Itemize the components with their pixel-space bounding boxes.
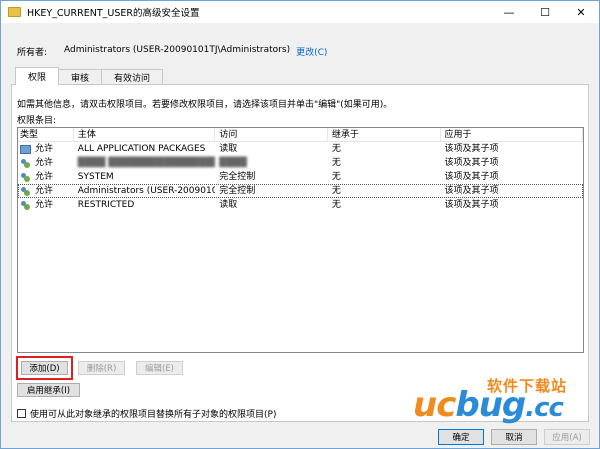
- row-type: 允许: [35, 186, 54, 196]
- row-type: 允许: [35, 158, 54, 168]
- table-row[interactable]: 允许 RESTRICTED 读取 无 该项及其子项: [18, 198, 583, 212]
- permissions-panel: 如需其他信息，请双击权限项目。若要修改权限项目，请选择该项目并单击"编辑"(如果…: [11, 84, 589, 422]
- site-watermark: 软件下载站 ucbug.cc: [411, 375, 600, 431]
- row-principal: RESTRICTED: [77, 200, 135, 210]
- row-type: 允许: [35, 172, 54, 182]
- ok-button[interactable]: 确定: [438, 429, 484, 445]
- row-inherited-from: 无: [331, 200, 341, 210]
- tab-permissions[interactable]: 权限: [15, 67, 60, 85]
- cancel-button[interactable]: 取消: [491, 429, 537, 445]
- edit-button[interactable]: 编辑(E): [136, 361, 183, 375]
- watermark-logo: ucbug.cc: [413, 385, 564, 425]
- row-applies-to: 该项及其子项: [444, 200, 499, 210]
- change-owner-link[interactable]: 更改(C): [296, 45, 327, 58]
- row-principal: SYSTEM: [77, 172, 114, 182]
- user-group-icon: [20, 172, 31, 182]
- row-inherited-from: 无: [331, 186, 341, 196]
- column-header-access[interactable]: 访问: [215, 128, 328, 141]
- owner-value: Administrators (USER-20090101TJ\Administ…: [64, 45, 291, 55]
- title-bar[interactable]: HKEY_CURRENT_USER的高级安全设置 — ☐ ✕: [1, 1, 599, 23]
- table-row[interactable]: 允许 ████ ████████████████ ████ 无 该项及其子项: [18, 156, 583, 170]
- tab-auditing[interactable]: 审核: [58, 69, 103, 85]
- close-button[interactable]: ✕: [563, 1, 599, 23]
- row-access: 读取: [219, 144, 238, 154]
- maximize-button[interactable]: ☐: [527, 1, 563, 23]
- row-applies-to: 该项及其子项: [444, 144, 499, 154]
- permission-entries-list[interactable]: 类型 主体 访问 继承于 应用于 允许 ALL APPLICATION PACK…: [17, 127, 584, 353]
- row-principal: ████ ████████████████: [77, 158, 216, 168]
- permissions-hint: 如需其他信息，请双击权限项目。若要修改权限项目，请选择该项目并单击"编辑"(如果…: [17, 100, 393, 110]
- replace-child-permissions-label: 使用可从此对象继承的权限项目替换所有子对象的权限项目(P): [30, 410, 277, 420]
- table-row-selected[interactable]: 允许 Administrators (USER-20090101... 完全控制…: [18, 184, 583, 198]
- column-header-applies-to[interactable]: 应用于: [441, 128, 583, 141]
- row-access: ████: [219, 158, 247, 168]
- row-inherited-from: 无: [331, 144, 341, 154]
- owner-label: 所有者:: [17, 48, 48, 58]
- advanced-security-window: HKEY_CURRENT_USER的高级安全设置 — ☐ ✕ 所有者: Admi…: [0, 0, 600, 449]
- row-type: 允许: [35, 200, 54, 210]
- row-type: 允许: [35, 144, 54, 154]
- column-header-type[interactable]: 类型: [18, 128, 74, 141]
- window-controls: — ☐ ✕: [491, 1, 599, 23]
- tab-effective-access[interactable]: 有效访问: [101, 69, 164, 85]
- permission-entries-label: 权限条目:: [17, 116, 57, 126]
- user-group-icon: [20, 200, 31, 210]
- column-header-principal[interactable]: 主体: [74, 128, 216, 141]
- remove-button[interactable]: 删除(R): [78, 361, 125, 375]
- folder-icon: [8, 7, 21, 17]
- row-principal: ALL APPLICATION PACKAGES: [77, 144, 206, 154]
- row-applies-to: 该项及其子项: [444, 186, 499, 196]
- package-icon: [20, 144, 31, 154]
- row-access: 读取: [219, 200, 238, 210]
- table-row[interactable]: 允许 SYSTEM 完全控制 无 该项及其子项: [18, 170, 583, 184]
- row-inherited-from: 无: [331, 172, 341, 182]
- row-access: 完全控制: [219, 186, 256, 196]
- add-button[interactable]: 添加(D): [16, 356, 73, 380]
- user-group-icon: [20, 186, 31, 196]
- apply-button[interactable]: 应用(A): [544, 429, 590, 445]
- row-principal: Administrators (USER-20090101...: [77, 186, 216, 196]
- user-group-icon: [20, 158, 31, 168]
- column-header-inherited-from[interactable]: 继承于: [328, 128, 441, 141]
- row-applies-to: 该项及其子项: [444, 172, 499, 182]
- replace-child-permissions-row[interactable]: 使用可从此对象继承的权限项目替换所有子对象的权限项目(P): [17, 407, 276, 420]
- owner-row: 所有者: Administrators (USER-20090101TJ\Adm…: [17, 45, 327, 58]
- row-applies-to: 该项及其子项: [444, 158, 499, 168]
- minimize-button[interactable]: —: [491, 1, 527, 23]
- row-inherited-from: 无: [331, 158, 341, 168]
- tab-strip: 权限 审核 有效访问: [15, 67, 164, 85]
- replace-child-permissions-checkbox[interactable]: [17, 409, 26, 418]
- table-row[interactable]: 允许 ALL APPLICATION PACKAGES 读取 无 该项及其子项: [18, 142, 583, 156]
- window-title: HKEY_CURRENT_USER的高级安全设置: [27, 8, 200, 19]
- row-access: 完全控制: [219, 172, 256, 182]
- enable-inheritance-button[interactable]: 启用继承(I): [17, 383, 80, 397]
- list-header: 类型 主体 访问 继承于 应用于: [18, 128, 583, 142]
